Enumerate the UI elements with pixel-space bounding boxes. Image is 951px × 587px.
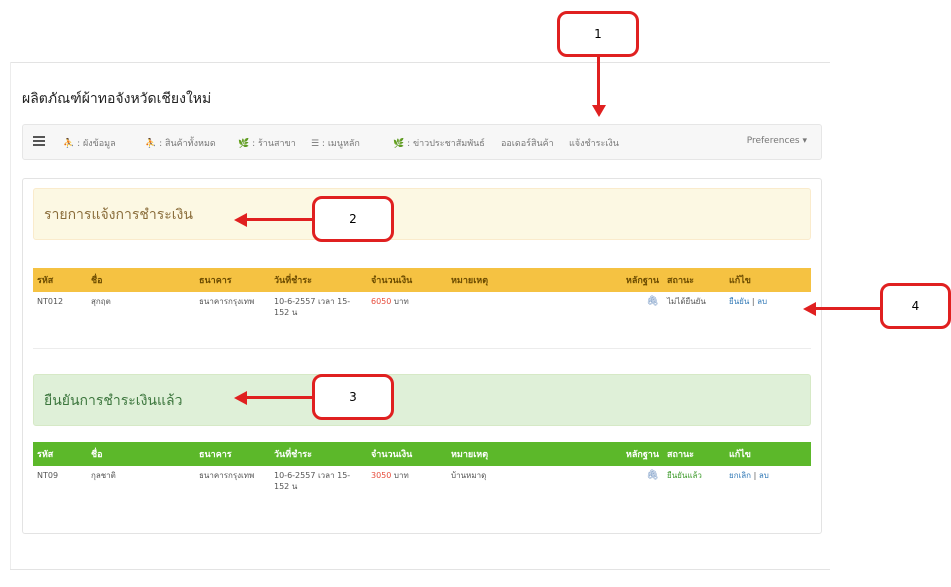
menu-icon[interactable] [33,136,45,147]
cell-actions: ยกเลิก | ลบ [725,466,811,496]
left-divider [10,62,11,570]
cell-code: NT012 [37,297,64,306]
callout-1-arrowhead [592,105,606,117]
col-date: วันที่ชำระ [274,450,312,460]
table-header-row: รหัส ชื่อ ธนาคาร วันที่ชำระ จำนวนเงิน หม… [33,442,811,466]
col-bank: ธนาคาร [199,450,232,460]
top-divider [10,62,830,63]
cell-evidence: 🖇 [597,292,663,322]
action-separator: | [753,471,757,480]
col-code: รหัส [37,276,54,286]
callout-4-arrow [815,307,880,310]
paperclip-icon[interactable]: 🖇 [646,296,659,307]
col-bank: ธนาคาร [199,276,232,286]
nav-item-news[interactable]: 🌿 : ข่าวประชาสัมพันธ์ [393,136,485,150]
col-name: ชื่อ [91,450,103,460]
col-note: หมายเหตุ [451,276,489,286]
cell-note [447,292,597,322]
col-evidence: หลักฐาน [625,276,659,286]
table-row: NT09 กุลชาติ ธนาคารกรุงเทพ 10-6-2557 เวล… [33,466,811,496]
callout-4-arrowhead [803,302,816,316]
cell-amount: 3050 บาท [367,466,447,496]
bottom-divider [10,569,830,570]
callout-1: 1 [557,11,639,57]
cell-name: สุกฤต [91,297,111,306]
cell-note: บ้านหมาดุ [451,471,487,480]
callout-2-arrowhead [234,213,247,227]
col-status: สถานะ [667,450,694,460]
cell-date: 10-6-2557 เวลา 15-152 น [274,471,351,491]
col-amount: จำนวนเงิน [371,450,413,460]
page-title: ผลิตภัณฑ์ผ้าทอจังหวัดเชียงใหม่ [22,91,212,107]
status-badge: ยืนยันแล้ว [667,471,702,480]
amount-value: 3050 [371,471,392,480]
preferences-dropdown[interactable]: Preferences ▾ [747,136,807,146]
action-separator: | [751,297,755,306]
table-header-row: รหัส ชื่อ ธนาคาร วันที่ชำระ จำนวนเงิน หม… [33,268,811,292]
pending-payments-heading: รายการแจ้งการชำระเงิน [33,188,811,240]
nav-item-orders[interactable]: ออเดอร์สินค้า [501,136,554,150]
callout-1-arrow [597,57,600,107]
pending-payments-table: รหัส ชื่อ ธนาคาร วันที่ชำระ จำนวนเงิน หม… [33,268,811,322]
delete-link[interactable]: ลบ [757,297,767,306]
cell-evidence: 🖇 [597,466,663,496]
cell-amount: 6050 บาท [367,292,447,322]
admin-navbar: ⛹ : ผังข้อมูล ⛹ : สินค้าทั้งหมด 🌿 : ร้าน… [22,124,822,160]
cancel-link[interactable]: ยกเลิก [729,471,751,480]
cell-code: NT09 [37,471,59,480]
callout-2-arrow [246,218,312,221]
cell-bank: ธนาคารกรุงเทพ [199,297,255,306]
callout-4: 4 [880,283,951,329]
nav-item-data-map[interactable]: ⛹ : ผังข้อมูล [63,136,116,150]
nav-item-main-menu[interactable]: ☰ : เมนูหลัก [311,136,360,150]
amount-unit: บาท [393,297,409,306]
delete-link[interactable]: ลบ [759,471,769,480]
col-status: สถานะ [667,276,694,286]
nav-item-payment-notice[interactable]: แจ้งชำระเงิน [569,136,619,150]
nav-item-all-products[interactable]: ⛹ : สินค้าทั้งหมด [145,136,216,150]
col-note: หมายเหตุ [451,450,489,460]
col-evidence: หลักฐาน [625,450,659,460]
callout-3-arrowhead [234,391,247,405]
amount-value: 6050 [371,297,392,306]
status-badge: ไม่ได้ยืนยัน [667,297,706,306]
callout-3-arrow [246,396,312,399]
col-date: วันที่ชำระ [274,276,312,286]
table-row: NT012 สุกฤต ธนาคารกรุงเทพ 10-6-2557 เวลา… [33,292,811,322]
callout-3: 3 [312,374,394,420]
col-edit: แก้ไข [729,276,751,286]
amount-unit: บาท [393,471,409,480]
paperclip-icon[interactable]: 🖇 [646,470,659,481]
row-divider [33,348,811,349]
confirm-link[interactable]: ยืนยัน [729,297,749,306]
cell-name: กุลชาติ [91,471,116,480]
cell-actions: ยืนยัน | ลบ [725,292,811,322]
confirmed-payments-table: รหัส ชื่อ ธนาคาร วันที่ชำระ จำนวนเงิน หม… [33,442,811,496]
cell-date: 10-6-2557 เวลา 15-152 น [274,297,351,317]
col-edit: แก้ไข [729,450,751,460]
callout-2: 2 [312,196,394,242]
col-name: ชื่อ [91,276,103,286]
col-amount: จำนวนเงิน [371,276,413,286]
cell-bank: ธนาคารกรุงเทพ [199,471,255,480]
confirmed-payments-heading: ยืนยันการชำระเงินแล้ว [33,374,811,426]
nav-item-branches[interactable]: 🌿 : ร้านสาขา [238,136,296,150]
col-code: รหัส [37,450,54,460]
